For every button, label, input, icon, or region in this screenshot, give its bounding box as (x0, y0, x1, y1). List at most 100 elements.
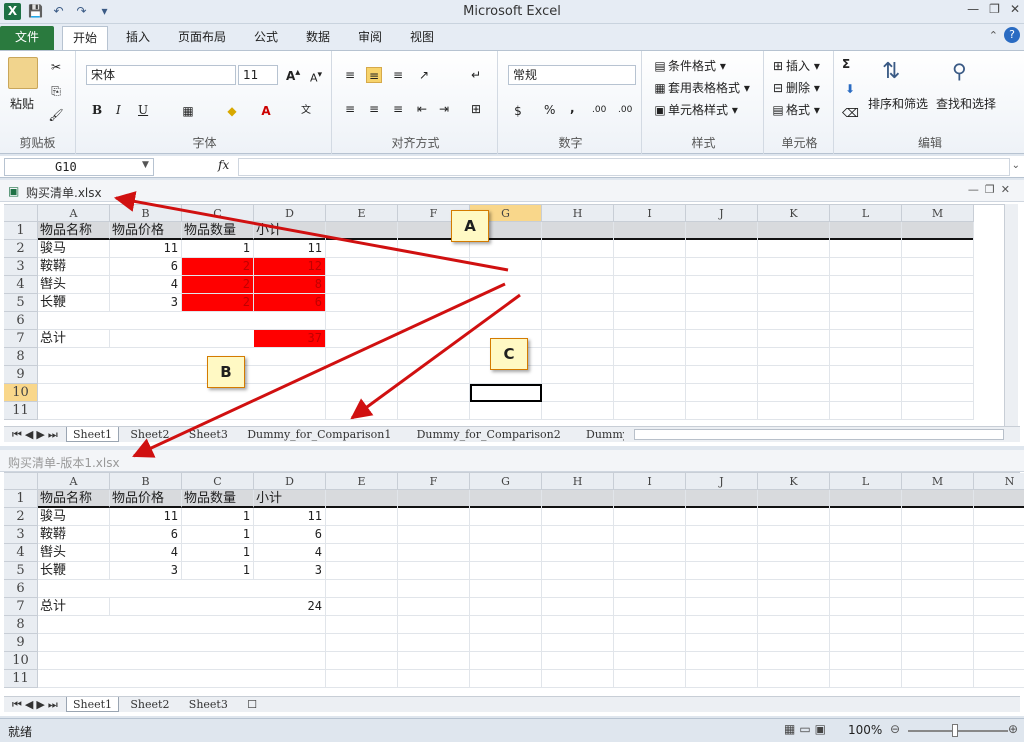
header-cell[interactable] (614, 222, 686, 240)
sheet-tab[interactable]: Dummy (580, 427, 624, 442)
header-cell[interactable] (974, 490, 1024, 508)
column-header[interactable]: J (686, 205, 758, 222)
bold-button[interactable]: B (92, 103, 102, 117)
fill-icon[interactable]: ⬇ (842, 81, 858, 97)
decrease-decimal-button[interactable]: .00 (618, 105, 632, 115)
table-cell[interactable]: 鞍鞯 (38, 526, 110, 544)
row-header[interactable]: 5 (4, 562, 38, 580)
row-header[interactable]: 4 (4, 544, 38, 562)
conditional-format-button[interactable]: ▤ 条件格式 ▾ (652, 57, 726, 74)
header-cell[interactable]: 物品价格 (110, 490, 182, 508)
cell-styles-button[interactable]: ▣ 单元格样式 ▾ (652, 101, 738, 118)
tab-page-layout[interactable]: 页面布局 (168, 26, 236, 50)
column-header[interactable]: E (326, 205, 398, 222)
column-header[interactable]: C (182, 473, 254, 490)
header-cell[interactable] (686, 222, 758, 240)
align-middle-icon[interactable]: ≡ (366, 67, 382, 83)
help-icon[interactable]: ? (1004, 27, 1020, 43)
table-cell[interactable]: 辔头 (38, 544, 110, 562)
row-header[interactable]: 7 (4, 598, 38, 616)
tab-file[interactable]: 文件 (0, 26, 54, 50)
row-header[interactable]: 4 (4, 276, 38, 294)
borders-icon[interactable]: ▦ (180, 103, 196, 119)
workbook-top-window-controls[interactable]: —❐✕ (968, 183, 1016, 196)
sort-filter-button[interactable]: 排序和筛选 (868, 95, 928, 112)
cut-icon[interactable]: ✂ (48, 59, 64, 75)
total-label-cell[interactable]: 总计 (38, 330, 110, 348)
header-cell[interactable]: 小计 (254, 222, 326, 240)
namebox-dropdown-icon[interactable]: ▼ (142, 160, 149, 170)
row-header[interactable]: 1 (4, 490, 38, 508)
merge-center-icon[interactable]: ⊞ (468, 101, 484, 117)
header-cell[interactable] (902, 222, 974, 240)
increase-decimal-button[interactable]: .00 (592, 105, 606, 115)
column-header[interactable]: M (902, 205, 974, 222)
align-left-icon[interactable]: ≡ (342, 101, 358, 117)
table-cell[interactable]: 1 (182, 508, 254, 526)
row-header[interactable]: 6 (4, 312, 38, 330)
table-cell[interactable]: 1 (182, 562, 254, 580)
column-header[interactable]: B (110, 205, 182, 222)
shrink-font-icon[interactable]: A▾ (310, 69, 322, 85)
table-cell[interactable]: 4 (254, 544, 326, 562)
table-cell[interactable]: 3 (110, 294, 182, 312)
header-cell[interactable] (398, 490, 470, 508)
active-cell-cursor[interactable] (470, 384, 542, 402)
phonetic-icon[interactable]: 文 (298, 103, 314, 119)
column-header[interactable]: H (542, 473, 614, 490)
header-cell[interactable]: 物品数量 (182, 222, 254, 240)
increase-indent-icon[interactable]: ⇥ (436, 101, 452, 117)
sheet-tab[interactable]: Sheet2 (124, 427, 175, 442)
row-header[interactable]: 3 (4, 526, 38, 544)
header-cell[interactable] (686, 490, 758, 508)
font-size-combo[interactable]: 11 (238, 65, 278, 85)
column-header[interactable]: D (254, 205, 326, 222)
minimize-ribbon-icon[interactable]: ⌃ (989, 29, 998, 42)
row-header[interactable]: 6 (4, 580, 38, 598)
table-cell[interactable]: 8 (254, 276, 326, 294)
column-header[interactable]: N (974, 473, 1024, 490)
header-cell[interactable]: 物品名称 (38, 222, 110, 240)
row-header[interactable]: 8 (4, 348, 38, 366)
insert-function-button[interactable]: fx (218, 158, 229, 172)
row-header[interactable]: 7 (4, 330, 38, 348)
row-header[interactable]: 11 (4, 402, 38, 420)
zoom-in-icon[interactable]: ⊕ (1008, 722, 1018, 736)
wrap-text-icon[interactable]: ↵ (468, 67, 484, 83)
row-header[interactable]: 9 (4, 634, 38, 652)
total-value-cell[interactable]: 24 (254, 598, 326, 616)
grow-font-icon[interactable]: A▴ (286, 67, 300, 83)
table-cell[interactable]: 骏马 (38, 240, 110, 258)
insert-cells-button[interactable]: ⊞ 插入 ▾ (770, 57, 820, 74)
sheet-tab[interactable]: Sheet1 (66, 427, 120, 442)
insert-sheet-icon[interactable]: ☐ (241, 697, 263, 712)
column-header[interactable]: A (38, 205, 110, 222)
header-cell[interactable] (326, 222, 398, 240)
tab-data[interactable]: 数据 (296, 26, 340, 50)
row-header[interactable]: 10 (4, 384, 38, 402)
paste-button[interactable]: 粘贴 (10, 95, 34, 112)
table-cell[interactable]: 11 (110, 508, 182, 526)
sort-filter-icon[interactable]: ⇅ (882, 59, 900, 84)
percent-button[interactable]: % (544, 103, 555, 117)
column-header[interactable]: C (182, 205, 254, 222)
format-painter-icon[interactable]: 🖌 (48, 107, 64, 123)
header-cell[interactable] (326, 490, 398, 508)
name-box[interactable]: G10 (4, 158, 154, 176)
comma-button[interactable]: , (570, 101, 575, 115)
format-cells-button[interactable]: ▤ 格式 ▾ (770, 101, 820, 118)
number-format-combo[interactable]: 常规 (508, 65, 636, 85)
column-header[interactable]: J (686, 473, 758, 490)
grid-bottom[interactable]: A B C D E F G H I J K L M N 1 2 3 4 5 6 7 8 9 10 11 物品名称 物品价格 物品数量小… (4, 472, 1024, 698)
minimize-icon[interactable]: — (967, 2, 979, 16)
top-vertical-scrollbar[interactable] (1004, 204, 1018, 430)
zoom-level[interactable]: 100% (848, 723, 882, 737)
header-cell[interactable]: 小计 (254, 490, 326, 508)
table-cell[interactable]: 鞍鞯 (38, 258, 110, 276)
tab-insert[interactable]: 插入 (116, 26, 160, 50)
header-cell[interactable]: 物品价格 (110, 222, 182, 240)
column-header[interactable]: A (38, 473, 110, 490)
sheet-tab[interactable]: Dummy_for_Comparison2 (411, 427, 567, 442)
row-header[interactable]: 2 (4, 240, 38, 258)
table-cell[interactable]: 11 (254, 508, 326, 526)
